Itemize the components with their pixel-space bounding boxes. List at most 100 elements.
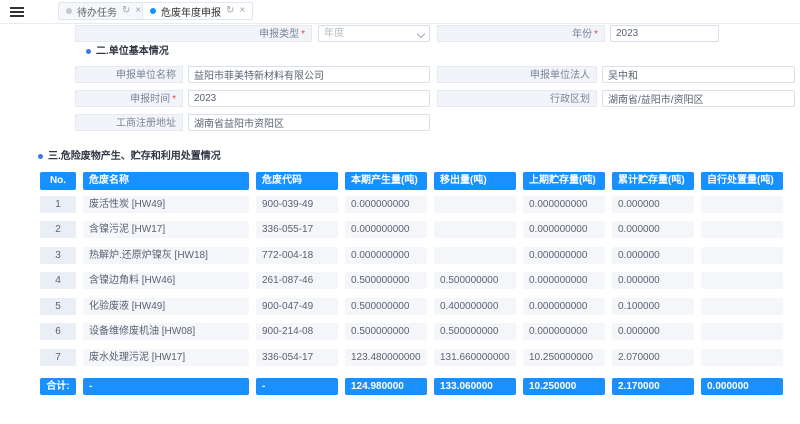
cum-storage-cell: 0.100000 (612, 298, 694, 315)
prev-storage-cell: 0.000000000 (523, 323, 605, 340)
waste-code-cell: 261-087-46 (256, 272, 338, 289)
row-no: 4 (40, 272, 76, 289)
prev-storage-cell: 0.000000000 (523, 298, 605, 315)
cum-storage-cell: 0.000000 (612, 272, 694, 289)
total-code-cell: - (256, 378, 338, 395)
col-header-waste-name: 危废名称 (83, 172, 249, 190)
total-self-disposal-cell: 0.000000 (701, 378, 783, 395)
produced-cell: 0.500000000 (345, 323, 427, 340)
tab-status-dot-icon (66, 8, 72, 14)
cum-storage-cell: 0.000000 (612, 323, 694, 340)
refresh-icon[interactable]: ↻ (122, 6, 130, 16)
chevron-down-icon (417, 30, 425, 38)
row-no: 7 (40, 349, 76, 366)
report-type-label: 申报类型* (75, 25, 312, 42)
waste-name-cell: 热解炉.还原炉镍灰 [HW18] (83, 247, 249, 264)
prev-storage-cell: 0.000000000 (523, 221, 605, 238)
table-row: 4 含镍边角料 [HW46] 261-087-46 0.500000000 0.… (0, 272, 800, 290)
produced-cell: 0.000000000 (345, 196, 427, 213)
row-no: 5 (40, 298, 76, 315)
waste-name-cell: 废水处理污泥 [HW17] (83, 349, 249, 366)
waste-code-cell: 900-214-08 (256, 323, 338, 340)
legal-person-input[interactable] (602, 66, 795, 83)
tab-label: 待办任务 (77, 4, 117, 19)
section-bullet-icon (38, 154, 43, 159)
tab-bar: 待办任务 ↻ × 危废年度申报 ↻ × (0, 0, 800, 24)
col-header-produced: 本期产生量(吨) (345, 172, 427, 190)
required-mark: * (594, 29, 598, 40)
waste-code-cell: 772-004-18 (256, 247, 338, 264)
cum-storage-cell: 0.000000 (612, 247, 694, 264)
removed-cell: 0.500000000 (434, 272, 516, 289)
close-icon[interactable]: × (135, 6, 141, 16)
total-produced-cell: 124.980000 (345, 378, 427, 395)
close-icon[interactable]: × (239, 6, 245, 16)
section-bullet-icon (86, 49, 91, 54)
registered-address-label: 工商注册地址 (75, 114, 183, 131)
row-no: 6 (40, 323, 76, 340)
total-cum-storage-cell: 2.170000 (612, 378, 694, 395)
section2-title: 二.单位基本情况 (96, 46, 169, 58)
total-prev-storage-cell: 10.250000 (523, 378, 605, 395)
waste-name-cell: 设备维修废机油 [HW08] (83, 323, 249, 340)
col-header-waste-code: 危废代码 (256, 172, 338, 190)
refresh-icon[interactable]: ↻ (226, 6, 234, 16)
prev-storage-cell: 10.250000000 (523, 349, 605, 366)
waste-code-cell: 336-055-17 (256, 221, 338, 238)
removed-cell (434, 221, 516, 238)
tab-label: 危废年度申报 (161, 4, 221, 19)
waste-code-cell: 900-047-49 (256, 298, 338, 315)
col-header-self-disposal: 自行处置量(吨) (701, 172, 783, 190)
col-header-cum-storage: 累计贮存量(吨) (612, 172, 694, 190)
cum-storage-cell: 0.000000 (612, 221, 694, 238)
tab-annual-report[interactable]: 危废年度申报 ↻ × (142, 2, 253, 20)
waste-name-cell: 含镍边角料 [HW46] (83, 272, 249, 289)
col-header-removed: 移出量(吨) (434, 172, 516, 190)
unit-name-input[interactable] (188, 66, 430, 83)
required-mark: * (301, 29, 305, 40)
table-total-row: 合计: - - 124.980000 133.060000 10.250000 … (0, 378, 800, 396)
prev-storage-cell: 0.000000000 (523, 247, 605, 264)
tab-status-dot-icon (150, 8, 156, 14)
year-label: 年份* (437, 25, 605, 42)
tab-todo-tasks[interactable]: 待办任务 ↻ × (58, 2, 149, 20)
row-no: 1 (40, 196, 76, 213)
self-disposal-cell (701, 196, 783, 213)
table-header-row: No. 危废名称 危废代码 本期产生量(吨) 移出量(吨) 上期贮存量(吨) 累… (0, 172, 800, 190)
produced-cell: 0.500000000 (345, 298, 427, 315)
col-header-no: No. (40, 172, 76, 190)
produced-cell: 123.480000000 (345, 349, 427, 366)
section3-title: 三.危险废物产生、贮存和利用处置情况 (48, 151, 221, 163)
menu-toggle-button[interactable] (8, 2, 28, 20)
total-removed-cell: 133.060000 (434, 378, 516, 395)
removed-cell: 0.400000000 (434, 298, 516, 315)
cum-storage-cell: 2.070000 (612, 349, 694, 366)
year-input[interactable] (610, 25, 719, 42)
report-type-select[interactable]: 年度 (318, 25, 430, 42)
self-disposal-cell (701, 221, 783, 238)
self-disposal-cell (701, 349, 783, 366)
unit-name-label: 申报单位名称 (75, 66, 183, 83)
waste-code-cell: 336-054-17 (256, 349, 338, 366)
report-time-input[interactable] (188, 90, 430, 107)
produced-cell: 0.000000000 (345, 247, 427, 264)
removed-cell (434, 196, 516, 213)
admin-region-input[interactable] (602, 90, 795, 107)
produced-cell: 0.500000000 (345, 272, 427, 289)
row-no: 2 (40, 221, 76, 238)
self-disposal-cell (701, 272, 783, 289)
produced-cell: 0.000000000 (345, 221, 427, 238)
col-header-prev-storage: 上期贮存量(吨) (523, 172, 605, 190)
registered-address-input[interactable] (188, 114, 430, 131)
report-time-label: 申报时间* (75, 90, 183, 107)
legal-person-label: 申报单位法人 (437, 66, 597, 83)
waste-name-cell: 废活性炭 [HW49] (83, 196, 249, 213)
table-row: 6 设备维修废机油 [HW08] 900-214-08 0.500000000 … (0, 323, 800, 341)
hamburger-icon (10, 11, 24, 13)
self-disposal-cell (701, 298, 783, 315)
required-mark: * (172, 94, 176, 105)
removed-cell: 131.660000000 (434, 349, 516, 366)
removed-cell (434, 247, 516, 264)
waste-name-cell: 含镍污泥 [HW17] (83, 221, 249, 238)
admin-region-label: 行政区划 (437, 90, 597, 107)
